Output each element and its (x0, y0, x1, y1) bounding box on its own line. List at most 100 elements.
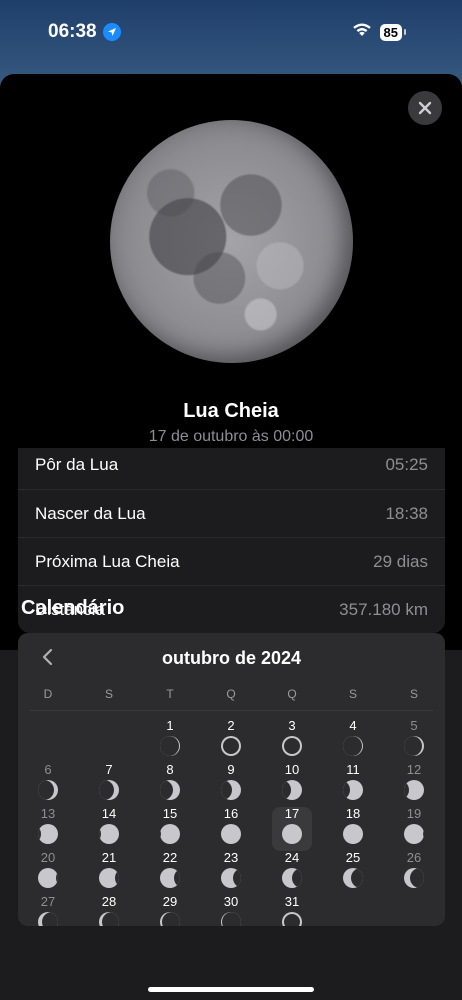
info-row-moonrise: Nascer da Lua 18:38 (18, 489, 445, 537)
moon-phase-icon (160, 912, 180, 926)
moon-shadow (162, 912, 180, 926)
moon-shadow (160, 780, 173, 800)
moon-phase-icon (221, 912, 241, 926)
info-row-moonset: Pôr da Lua 05:25 (18, 448, 445, 489)
moon-phase-icon (38, 912, 58, 926)
weekday-header: DSTQQSS (18, 687, 445, 703)
moon-phase-icon (282, 736, 302, 756)
moon-shadow (351, 868, 363, 888)
calendar-section-title: Calendário (21, 597, 125, 619)
moon-shadow (233, 868, 241, 888)
calendar-day[interactable]: 11 (333, 763, 373, 807)
status-time-label: 06:38 (48, 21, 97, 42)
calendar-day[interactable]: 24 (272, 851, 312, 895)
moon-phase-icon (404, 824, 424, 844)
calendar-day[interactable]: 12 (394, 763, 434, 807)
calendar-day-number: 2 (227, 718, 235, 733)
moon-phase-icon (160, 868, 180, 888)
month-title: outubro de 2024 (161, 648, 302, 668)
moon-phase-icon (160, 736, 180, 756)
calendar-day[interactable]: 31 (272, 895, 312, 926)
info-value: 357.180 km (339, 599, 428, 619)
moon-phase-icon (282, 824, 302, 844)
close-button[interactable] (408, 91, 442, 125)
calendar-day[interactable]: 26 (394, 851, 434, 895)
calendar-day-number: 24 (284, 850, 300, 865)
calendar-day[interactable]: 20 (28, 851, 68, 895)
moon-phase-icon (99, 824, 119, 844)
calendar-day[interactable]: 10 (272, 763, 312, 807)
calendar-day[interactable]: 3 (272, 719, 312, 763)
moon-phase-icon (38, 824, 58, 844)
moon-shadow (174, 868, 180, 888)
calendar-day-number: 4 (349, 718, 357, 733)
moon-phase-icon (99, 868, 119, 888)
calendar-day-number: 22 (162, 850, 178, 865)
calendar-day-number: 26 (406, 850, 422, 865)
calendar-day-number: 27 (40, 894, 56, 909)
calendar-day[interactable]: 23 (211, 851, 251, 895)
moon-shadow (292, 868, 302, 888)
calendar-day-number: 6 (44, 762, 52, 777)
moon-phase-icon (38, 780, 58, 800)
calendar-day[interactable]: 27 (28, 895, 68, 926)
weekday-label: S (104, 687, 113, 701)
moon-phase-icon (282, 868, 302, 888)
calendar-day-number: 14 (101, 806, 117, 821)
moon-phase-icon (282, 780, 302, 800)
calendar-day[interactable]: 1 (150, 719, 190, 763)
calendar-day[interactable]: 6 (28, 763, 68, 807)
calendar-day-number: 31 (284, 894, 300, 909)
moon-shadow (282, 780, 291, 800)
moon-phase-icon (343, 736, 363, 756)
calendar-day[interactable]: 21 (89, 851, 129, 895)
calendar-day-number: 29 (162, 894, 178, 909)
calendar-day[interactable]: 8 (150, 763, 190, 807)
home-indicator (148, 987, 314, 992)
calendar-day[interactable]: 22 (150, 851, 190, 895)
calendar-day[interactable]: 5 (394, 719, 434, 763)
battery-indicator: 85 (379, 23, 402, 41)
calendar-day-number: 8 (166, 762, 174, 777)
calendar-day[interactable]: 15 (150, 807, 190, 851)
calendar-day[interactable]: 25 (333, 851, 373, 895)
moon-shadow (423, 824, 424, 844)
calendar-day-number: 16 (223, 806, 239, 821)
calendar-day[interactable]: 16 (211, 807, 251, 851)
calendar-day[interactable]: 14 (89, 807, 129, 851)
calendar-day-number: 20 (40, 850, 56, 865)
calendar-day[interactable]: 9 (211, 763, 251, 807)
moon-phase-icon (343, 780, 363, 800)
calendar-day[interactable]: 2 (211, 719, 251, 763)
moon-phase-icon (221, 824, 241, 844)
calendar-day[interactable]: 28 (89, 895, 129, 926)
calendar-day-number: 12 (406, 762, 422, 777)
calendar-day[interactable]: 13 (28, 807, 68, 851)
calendar-day-number: 19 (406, 806, 422, 821)
moon-phase-icon (99, 780, 119, 800)
moon-shadow (404, 736, 422, 756)
phase-date: 17 de outubro às 00:00 (148, 428, 314, 445)
calendar-day[interactable]: 17 (272, 807, 312, 851)
moon-phase-icon (160, 780, 180, 800)
calendar-day[interactable]: 29 (150, 895, 190, 926)
calendar-day-number: 7 (105, 762, 113, 777)
moon-shadow (38, 780, 54, 800)
calendar-card: outubro de 2024 DSTQQSS 1 2 3 4 5 6 7 8 9 10 11 12 1… (18, 633, 445, 926)
calendar-day-number: 11 (346, 762, 360, 777)
calendar-day[interactable]: 4 (333, 719, 373, 763)
info-row-next-full-moon: Próxima Lua Cheia 29 dias (18, 537, 445, 585)
info-label: Próxima Lua Cheia (35, 551, 180, 571)
calendar-day[interactable]: 19 (394, 807, 434, 851)
moon-phase-icon (160, 824, 180, 844)
calendar-day-number: 1 (166, 718, 174, 733)
status-indicators: 85 (352, 22, 406, 42)
moon-phase-icon (221, 780, 241, 800)
calendar-day[interactable]: 7 (89, 763, 129, 807)
calendar-day-number: 13 (40, 806, 56, 821)
weekday-divider (30, 710, 433, 711)
moon-shadow (343, 736, 362, 756)
info-value: 29 dias (373, 551, 428, 571)
calendar-day[interactable]: 18 (333, 807, 373, 851)
calendar-day[interactable]: 30 (211, 895, 251, 926)
